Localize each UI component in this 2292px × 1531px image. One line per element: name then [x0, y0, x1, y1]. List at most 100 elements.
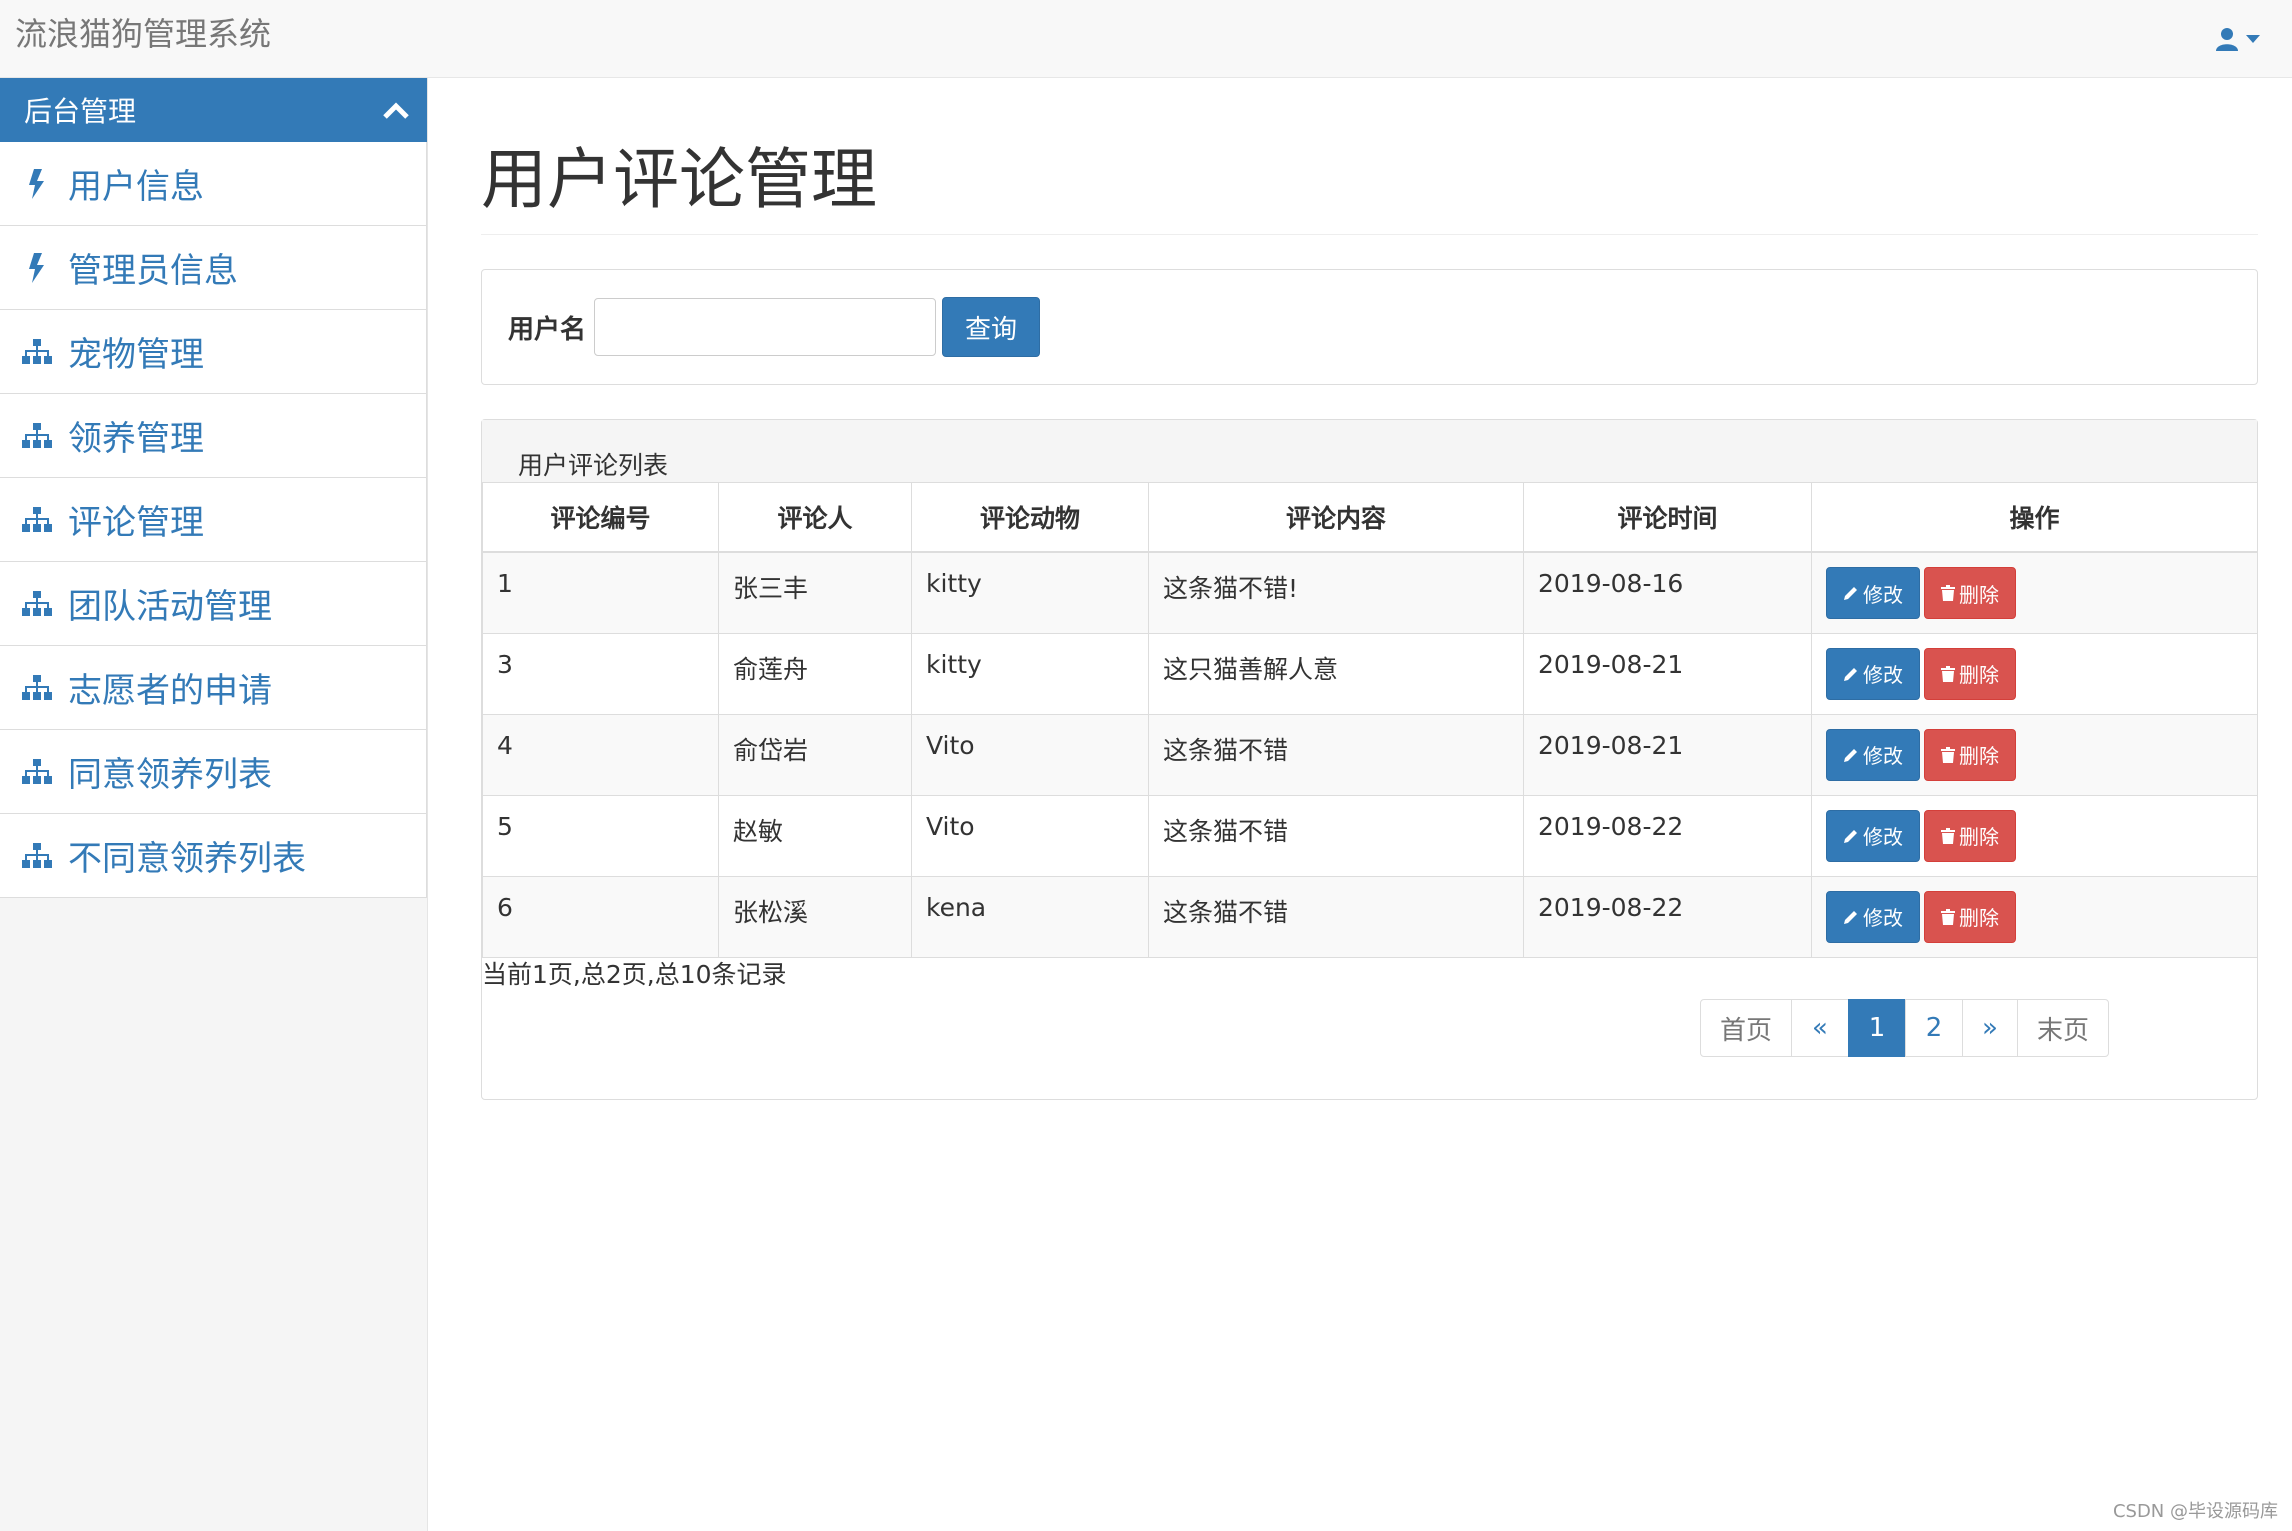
sidebar-item-8[interactable]: 不同意领养列表 — [0, 814, 426, 898]
sidebar-item-label: 同意领养列表 — [68, 755, 272, 795]
edit-label: 修改 — [1863, 906, 1903, 930]
table-cell: 6 — [482, 875, 719, 958]
delete-button[interactable]: 删除 — [1924, 728, 2016, 781]
app-brand[interactable]: 流浪猫狗管理系统 — [15, 14, 271, 54]
bolt-icon — [22, 168, 52, 199]
table-cell: 3 — [482, 632, 719, 715]
page-link-4[interactable]: » — [1962, 999, 2018, 1057]
page-link-0[interactable]: 首页 — [1700, 999, 1792, 1057]
table-cell: 俞岱岩 — [718, 713, 912, 796]
sitemap-icon — [22, 337, 52, 367]
edit-button[interactable]: 修改 — [1826, 890, 1920, 943]
sidebar-item-1[interactable]: 管理员信息 — [0, 226, 426, 310]
edit-button[interactable]: 修改 — [1826, 647, 1920, 700]
edit-label: 修改 — [1863, 825, 1903, 849]
sidebar-item-label: 团队活动管理 — [68, 587, 272, 627]
edit-label: 修改 — [1863, 744, 1903, 768]
page-link-2[interactable]: 1 — [1848, 999, 1906, 1057]
page-link-3[interactable]: 2 — [1905, 999, 1963, 1057]
edit-label: 修改 — [1863, 582, 1903, 607]
sidebar-item-5[interactable]: 团队活动管理 — [0, 562, 426, 646]
table-cell: 这条猫不错 — [1148, 713, 1524, 796]
table-cell: 1 — [482, 551, 719, 634]
sidebar-item-label: 领养管理 — [68, 419, 204, 459]
pencil-icon — [1844, 748, 1857, 762]
sitemap-icon — [22, 673, 52, 703]
actions-cell: 修改 删除 — [1811, 794, 2258, 877]
comment-table: 评论编号 评论人 评论动物 评论内容 评论时间 操作 1 张三丰 kitty 这条猫不错! 201… — [482, 482, 2258, 958]
caret-down-icon — [2246, 35, 2260, 43]
sidebar-item-7[interactable]: 同意领养列表 — [0, 730, 426, 814]
edit-button[interactable]: 修改 — [1826, 809, 1920, 862]
main-content: 用户评论管理 用户名 查询 用户评论列表 评论编号 评论人 评论动物 评论内容 评论时间… — [481, 78, 2258, 1100]
table-cell: 2019-08-16 — [1523, 551, 1812, 634]
delete-button[interactable]: 删除 — [1924, 567, 2016, 619]
table-cell: 4 — [482, 713, 719, 796]
table-cell: kitty — [911, 551, 1149, 634]
username-input[interactable] — [594, 298, 937, 356]
sidebar-item-2[interactable]: 宠物管理 — [0, 310, 426, 394]
trash-icon — [1941, 827, 1955, 844]
column-header: 评论人 — [718, 482, 912, 553]
actions-cell: 修改 删除 — [1811, 875, 2258, 958]
delete-label: 删除 — [1959, 582, 1999, 607]
pencil-icon — [1844, 587, 1857, 600]
edit-label: 修改 — [1863, 663, 1903, 687]
column-header: 评论时间 — [1523, 482, 1812, 553]
table-cell: 这条猫不错 — [1148, 875, 1524, 958]
column-header: 操作 — [1811, 482, 2258, 553]
delete-label: 删除 — [1959, 825, 1999, 849]
page-link-1[interactable]: « — [1791, 999, 1849, 1057]
trash-icon — [1941, 585, 1955, 601]
sidebar-header-label: 后台管理 — [24, 95, 137, 128]
chevron-up-icon — [383, 102, 409, 119]
delete-label: 删除 — [1959, 744, 1999, 768]
sidebar-item-4[interactable]: 评论管理 — [0, 478, 426, 562]
edit-button[interactable]: 修改 — [1826, 567, 1920, 619]
table-cell: 张三丰 — [718, 551, 912, 634]
edit-button[interactable]: 修改 — [1826, 728, 1920, 781]
pencil-icon — [1844, 910, 1857, 924]
top-navbar: 流浪猫狗管理系统 — [0, 0, 2292, 78]
page-title: 用户评论管理 — [481, 78, 2258, 235]
column-header: 评论动物 — [911, 482, 1149, 553]
delete-button[interactable]: 删除 — [1924, 809, 2016, 862]
comment-list-panel: 用户评论列表 评论编号 评论人 评论动物 评论内容 评论时间 操作 1 张三丰 kitty 这条… — [481, 419, 2258, 1100]
sitemap-icon — [22, 757, 52, 787]
sidebar-item-label: 不同意领养列表 — [68, 839, 306, 879]
table-row: 3 俞莲舟 kitty 这只猫善解人意 2019-08-21 修改 删除 — [482, 632, 2258, 715]
sitemap-icon — [22, 589, 52, 619]
watermark: CSDN @毕设源码库 — [2112, 1501, 2278, 1522]
table-cell: Vito — [911, 713, 1149, 796]
user-icon — [2216, 28, 2238, 51]
table-cell: kena — [911, 875, 1149, 958]
bolt-icon — [22, 252, 52, 283]
trash-icon — [1941, 908, 1955, 925]
table-cell: 赵敏 — [718, 794, 912, 877]
user-menu[interactable] — [2216, 20, 2260, 58]
trash-icon — [1941, 746, 1955, 763]
sidebar-item-0[interactable]: 用户信息 — [0, 142, 426, 226]
table-cell: 俞莲舟 — [718, 632, 912, 715]
sidebar-item-label: 志愿者的申请 — [68, 671, 272, 711]
sidebar-item-3[interactable]: 领养管理 — [0, 394, 426, 478]
sidebar-item-label: 管理员信息 — [68, 251, 238, 291]
table-cell: 2019-08-21 — [1523, 632, 1812, 715]
page-link-5[interactable]: 末页 — [2017, 999, 2109, 1057]
table-row: 5 赵敏 Vito 这条猫不错 2019-08-22 修改 删除 — [482, 794, 2258, 877]
sitemap-icon — [22, 841, 52, 871]
pencil-icon — [1844, 667, 1857, 681]
table-cell: 这条猫不错 — [1148, 794, 1524, 877]
sidebar-item-6[interactable]: 志愿者的申请 — [0, 646, 426, 730]
table-cell: kitty — [911, 632, 1149, 715]
list-heading: 用户评论列表 — [482, 420, 2257, 482]
table-cell: 2019-08-22 — [1523, 875, 1812, 958]
sidebar-header[interactable]: 后台管理 — [0, 78, 427, 142]
query-button[interactable]: 查询 — [942, 297, 1041, 357]
delete-button[interactable]: 删除 — [1924, 890, 2016, 943]
column-header: 评论内容 — [1148, 482, 1524, 553]
table-cell: 2019-08-21 — [1523, 713, 1812, 796]
sidebar: 后台管理 用户信息管理员信息宠物管理领养管理评论管理团队活动管理 志愿者的申请 同意… — [0, 78, 428, 1531]
pagination: 首页 «1 2» 末页 — [1700, 999, 2109, 1057]
delete-button[interactable]: 删除 — [1924, 647, 2016, 700]
